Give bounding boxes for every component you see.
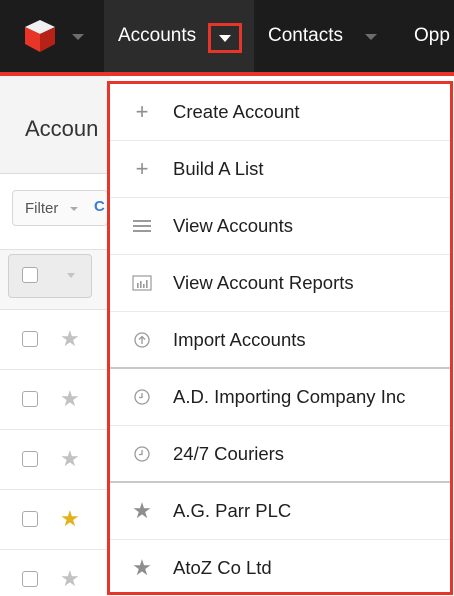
list-item[interactable]: ★ bbox=[0, 550, 110, 596]
list-icon bbox=[132, 215, 152, 237]
favorite-star-icon[interactable]: ★ bbox=[60, 568, 80, 590]
plus-icon: + bbox=[135, 99, 149, 124]
top-navigation-bar: Accounts Contacts Opp bbox=[0, 0, 454, 72]
list-item[interactable]: ★ bbox=[0, 370, 110, 430]
star-icon: ★ bbox=[132, 498, 152, 523]
filter-tag: C bbox=[94, 198, 105, 215]
menu-item-recent-247-couriers[interactable]: 24/7 Couriers bbox=[110, 426, 450, 483]
nav-tab-contacts[interactable]: Contacts bbox=[268, 25, 343, 47]
accounts-dropdown-toggle[interactable] bbox=[208, 23, 242, 53]
menu-item-label: AtoZ Co Ltd bbox=[173, 557, 272, 578]
filter-caret-icon bbox=[70, 207, 78, 211]
menu-item-recent-ad-importing[interactable]: A.D. Importing Company Inc bbox=[110, 369, 450, 426]
select-all-button[interactable] bbox=[8, 254, 92, 298]
favorite-star-icon[interactable]: ★ bbox=[60, 448, 80, 470]
row-checkbox[interactable] bbox=[22, 331, 38, 347]
filter-label: Filter bbox=[25, 200, 59, 217]
contacts-menu-caret-icon[interactable] bbox=[365, 34, 377, 40]
menu-item-label: 24/7 Couriers bbox=[173, 443, 285, 464]
logo-menu-caret-icon[interactable] bbox=[72, 34, 84, 40]
row-checkbox[interactable] bbox=[22, 571, 38, 587]
nav-tab-opportunities[interactable]: Opp bbox=[414, 25, 450, 47]
menu-item-build-a-list[interactable]: + Build A List bbox=[110, 141, 450, 198]
favorite-star-icon[interactable]: ★ bbox=[60, 328, 80, 350]
favorite-star-icon[interactable]: ★ bbox=[60, 388, 80, 410]
menu-item-favorite-atoz[interactable]: ★ AtoZ Co Ltd bbox=[110, 540, 450, 596]
menu-item-label: Create Account bbox=[173, 101, 300, 122]
list-item[interactable]: ★ bbox=[0, 310, 110, 370]
select-all-checkbox[interactable] bbox=[22, 267, 38, 283]
menu-item-favorite-ag-parr[interactable]: ★ A.G. Parr PLC bbox=[110, 483, 450, 540]
clock-icon bbox=[132, 386, 152, 408]
select-all-caret-icon[interactable] bbox=[67, 273, 75, 278]
menu-item-import-accounts[interactable]: Import Accounts bbox=[110, 312, 450, 369]
menu-item-label: View Account Reports bbox=[173, 272, 354, 293]
upload-icon bbox=[132, 329, 152, 351]
star-icon: ★ bbox=[132, 555, 152, 580]
row-checkbox[interactable] bbox=[22, 391, 38, 407]
plus-icon: + bbox=[135, 156, 149, 181]
favorite-star-icon[interactable]: ★ bbox=[60, 508, 80, 530]
menu-item-label: A.D. Importing Company Inc bbox=[173, 386, 406, 407]
menu-item-label: Import Accounts bbox=[173, 329, 306, 350]
row-checkbox[interactable] bbox=[22, 511, 38, 527]
menu-item-label: A.G. Parr PLC bbox=[173, 500, 292, 521]
nav-tab-accounts[interactable]: Accounts bbox=[118, 25, 196, 47]
menu-item-view-accounts[interactable]: View Accounts bbox=[110, 198, 450, 255]
sugar-cube-logo-icon[interactable] bbox=[22, 18, 58, 54]
list-item[interactable]: ★ bbox=[0, 490, 110, 550]
list-item[interactable]: ★ bbox=[0, 430, 110, 490]
menu-item-label: View Accounts bbox=[173, 215, 293, 236]
menu-item-view-account-reports[interactable]: View Account Reports bbox=[110, 255, 450, 312]
menu-item-label: Build A List bbox=[173, 158, 264, 179]
bar-chart-icon bbox=[132, 272, 152, 294]
menu-item-create-account[interactable]: + Create Account bbox=[110, 84, 450, 141]
chevron-down-icon bbox=[219, 35, 231, 42]
accounts-dropdown-menu: + Create Account + Build A List View Acc… bbox=[107, 81, 453, 595]
clock-icon bbox=[132, 443, 152, 465]
row-checkbox[interactable] bbox=[22, 451, 38, 467]
page-title: Accoun bbox=[25, 116, 99, 141]
